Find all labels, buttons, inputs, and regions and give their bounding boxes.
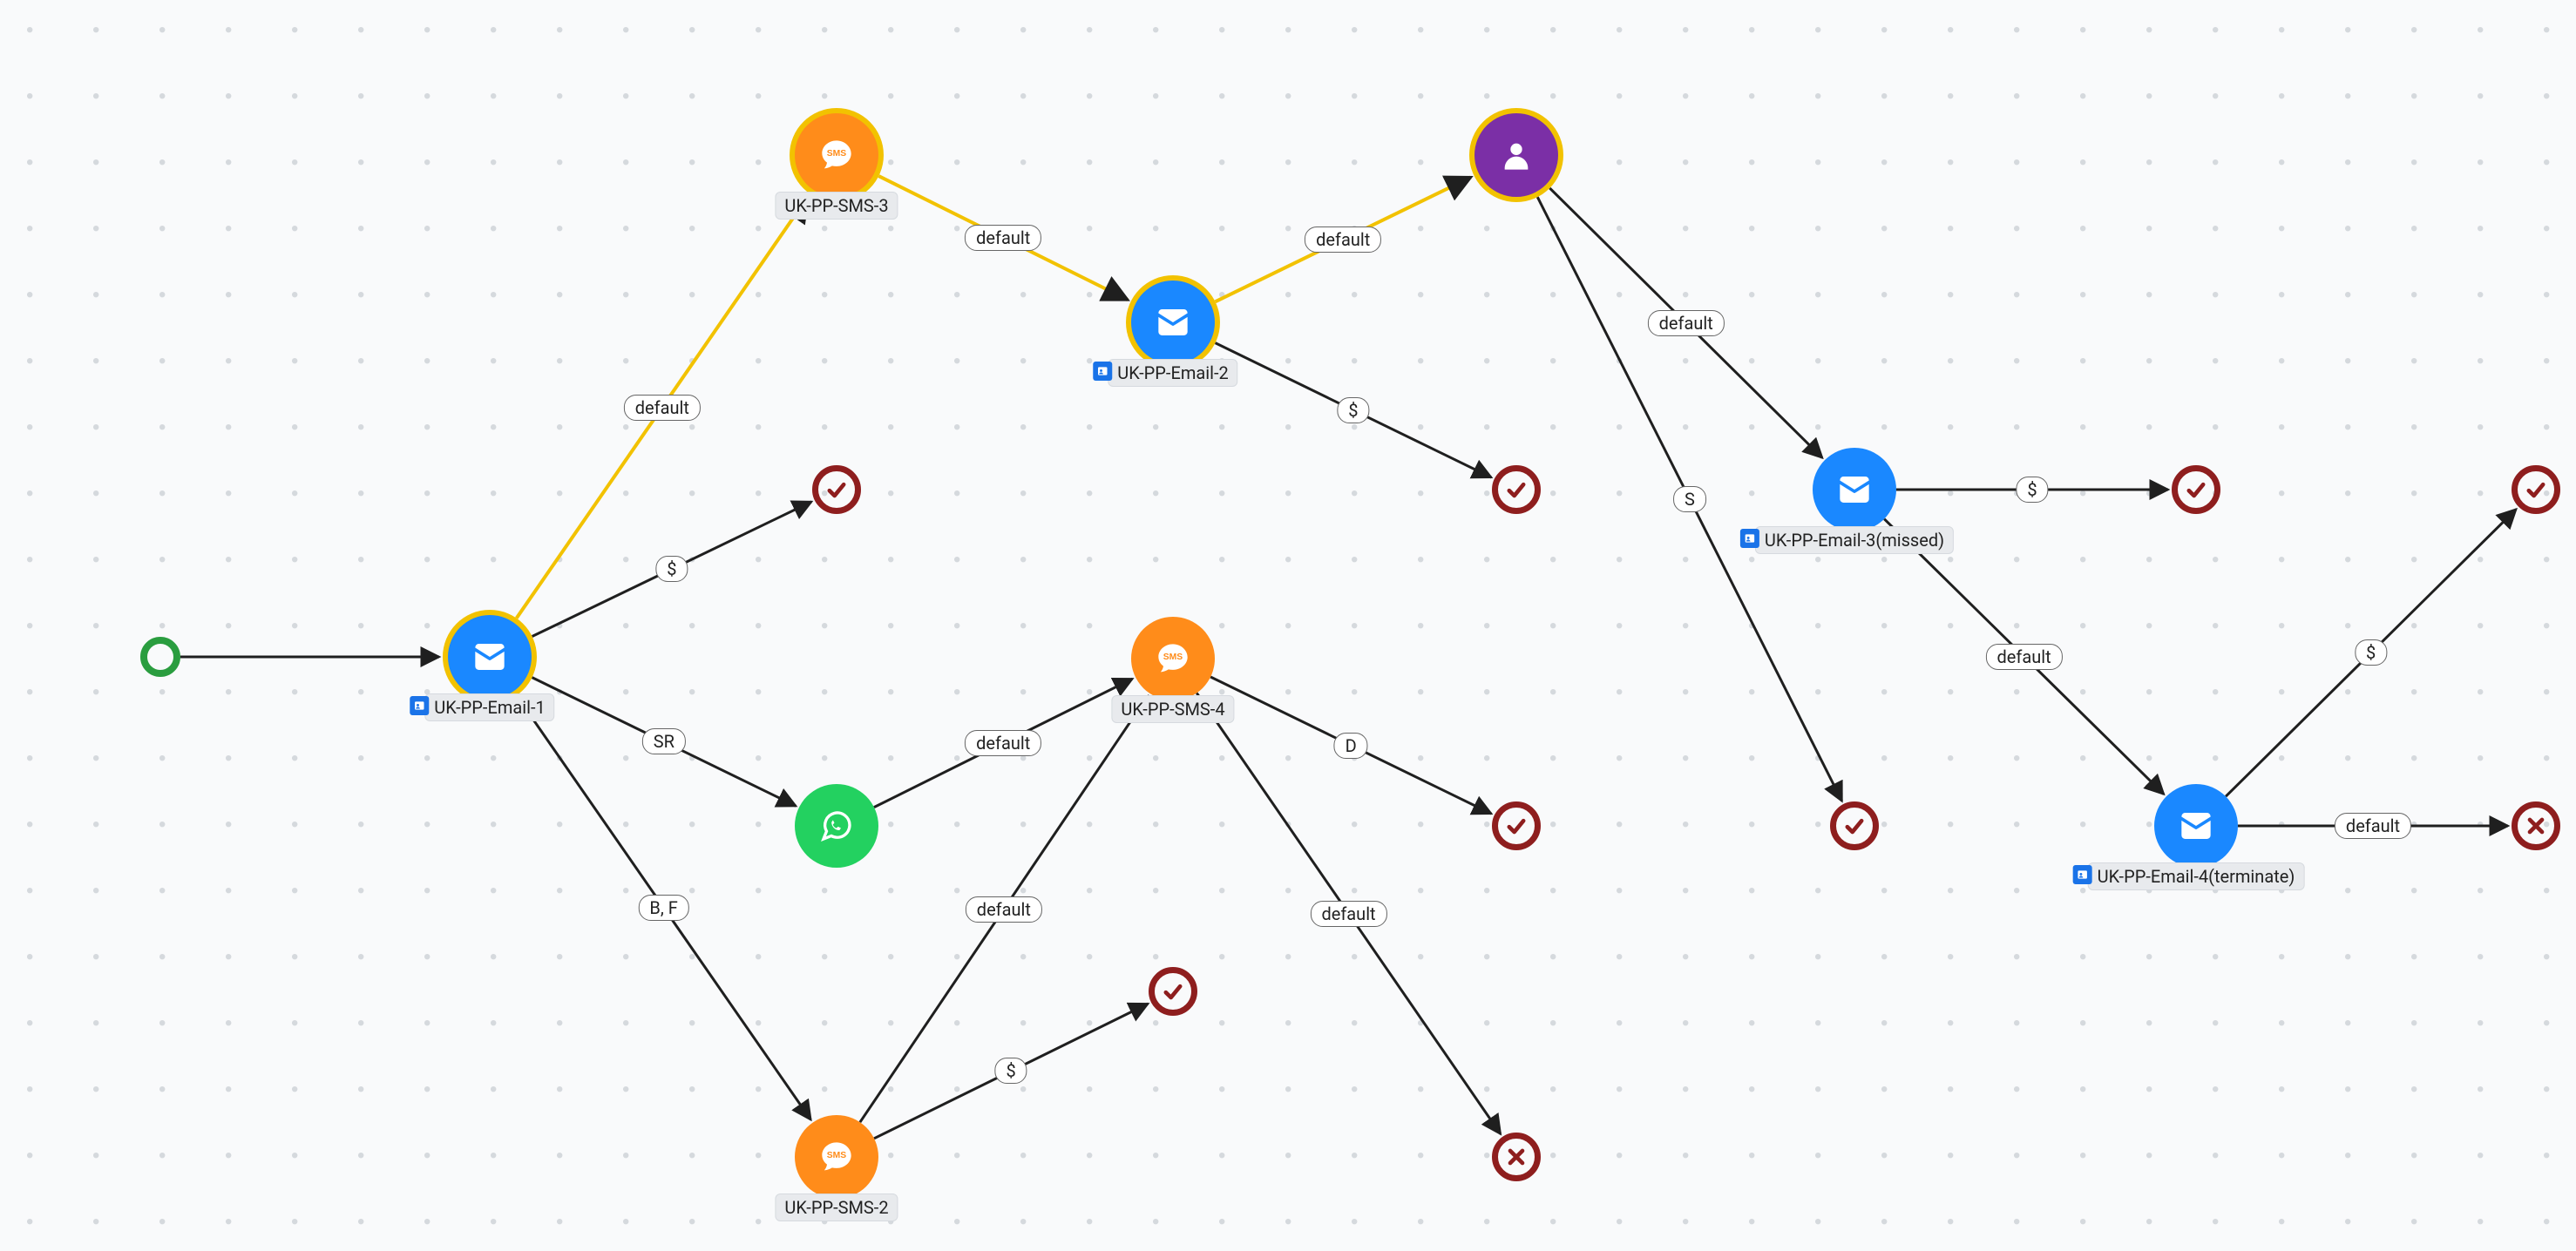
node-label: UK-PP-Email-1 — [424, 693, 554, 721]
edge-label[interactable]: default — [624, 395, 701, 421]
node-email4[interactable]: UK-PP-Email-4(terminate) — [2154, 784, 2238, 868]
envelope-node[interactable] — [448, 615, 532, 699]
check-icon — [1504, 477, 1529, 502]
node-t4[interactable] — [1492, 801, 1541, 850]
node-sms2[interactable]: SMSUK-PP-SMS-2 — [795, 1115, 878, 1199]
node-label: UK-PP-SMS-4 — [1111, 695, 1234, 723]
check-icon — [2524, 477, 2548, 502]
envelope-icon — [2179, 808, 2213, 843]
check-icon — [1842, 814, 1867, 838]
success-terminal[interactable] — [1492, 465, 1541, 514]
node-label: UK-PP-Email-2 — [1108, 359, 1237, 387]
success-terminal[interactable] — [812, 465, 861, 514]
edge-label[interactable]: default — [1310, 901, 1386, 927]
edge-label[interactable]: default — [1648, 310, 1725, 336]
envelope-icon — [1156, 305, 1190, 340]
edge-label[interactable]: default — [2335, 813, 2411, 839]
user-node[interactable] — [1474, 113, 1558, 197]
node-start[interactable] — [140, 637, 180, 677]
edge-label[interactable]: SR — [642, 728, 686, 754]
node-label: UK-PP-SMS-2 — [775, 1194, 898, 1221]
check-icon — [1161, 979, 1185, 1004]
node-label: UK-PP-Email-4(terminate) — [2088, 862, 2305, 890]
node-t9[interactable] — [2512, 801, 2560, 850]
edge-label[interactable]: default — [965, 730, 1041, 756]
user-icon — [1499, 138, 1534, 172]
node-t7[interactable] — [2172, 465, 2220, 514]
whatsapp-node[interactable] — [795, 784, 878, 868]
envelope-icon — [472, 639, 507, 674]
success-terminal[interactable] — [2512, 465, 2560, 514]
sms-node[interactable]: SMS — [795, 113, 878, 197]
edge-label[interactable]: default — [1985, 644, 2062, 670]
envelope-icon — [1837, 472, 1872, 507]
node-label: UK-PP-Email-3(missed) — [1755, 526, 1954, 554]
node-t2[interactable] — [1492, 465, 1541, 514]
envelope-node[interactable] — [1131, 281, 1215, 364]
node-t8[interactable] — [2512, 465, 2560, 514]
edge-label[interactable]: $ — [655, 556, 688, 582]
edge-label[interactable]: B, F — [638, 895, 688, 921]
edge-layer — [0, 0, 2576, 1251]
node-sms4[interactable]: SMSUK-PP-SMS-4 — [1131, 617, 1215, 700]
edge-label[interactable]: default — [966, 896, 1042, 923]
svg-text:SMS: SMS — [827, 149, 846, 159]
node-email2[interactable]: UK-PP-Email-2 — [1131, 281, 1215, 364]
envelope-node[interactable] — [1813, 448, 1896, 531]
success-terminal[interactable] — [1149, 967, 1197, 1016]
edge-label[interactable]: $ — [2016, 477, 2048, 503]
svg-text:SMS: SMS — [827, 1151, 846, 1160]
sms-node[interactable]: SMS — [1131, 617, 1215, 700]
check-icon — [824, 477, 849, 502]
edge-label[interactable]: S — [1673, 486, 1706, 512]
sms-icon: SMS — [819, 138, 854, 172]
fail-terminal[interactable] — [1492, 1133, 1541, 1181]
cross-icon — [2524, 814, 2548, 838]
node-t3[interactable] — [1149, 967, 1197, 1016]
check-icon — [1504, 814, 1529, 838]
node-sms3[interactable]: SMSUK-PP-SMS-3 — [795, 113, 878, 197]
node-whatsapp[interactable] — [795, 784, 878, 868]
workflow-canvas[interactable]: default $ SR B, F default default $ default defa… — [0, 0, 2576, 1251]
sms-icon: SMS — [1156, 641, 1190, 676]
success-terminal[interactable] — [1830, 801, 1879, 850]
sms-node[interactable]: SMS — [795, 1115, 878, 1199]
contact-badge-icon — [410, 696, 429, 715]
cross-icon — [1504, 1145, 1529, 1169]
sms-icon: SMS — [819, 1139, 854, 1174]
start-node[interactable] — [140, 637, 180, 677]
edge-label[interactable]: default — [965, 225, 1041, 251]
edge-label[interactable]: $ — [2355, 639, 2387, 666]
node-t1[interactable] — [812, 465, 861, 514]
success-terminal[interactable] — [1492, 801, 1541, 850]
envelope-node[interactable] — [2154, 784, 2238, 868]
edge-label[interactable]: D — [1334, 733, 1368, 759]
edge-label[interactable]: $ — [1337, 397, 1369, 423]
node-email1[interactable]: UK-PP-Email-1 — [448, 615, 532, 699]
node-label: UK-PP-SMS-3 — [775, 192, 898, 220]
whatsapp-icon — [819, 808, 854, 843]
success-terminal[interactable] — [2172, 465, 2220, 514]
contact-badge-icon — [1740, 529, 1759, 548]
edge-label[interactable]: $ — [995, 1058, 1027, 1084]
check-icon — [2184, 477, 2208, 502]
node-user[interactable] — [1474, 113, 1558, 197]
node-t5[interactable] — [1492, 1133, 1541, 1181]
node-email3[interactable]: UK-PP-Email-3(missed) — [1813, 448, 1896, 531]
edge-label[interactable]: default — [1305, 227, 1381, 253]
contact-badge-icon — [2073, 865, 2092, 884]
svg-text:SMS: SMS — [1163, 653, 1183, 662]
fail-terminal[interactable] — [2512, 801, 2560, 850]
node-t6[interactable] — [1830, 801, 1879, 850]
contact-badge-icon — [1093, 362, 1112, 381]
